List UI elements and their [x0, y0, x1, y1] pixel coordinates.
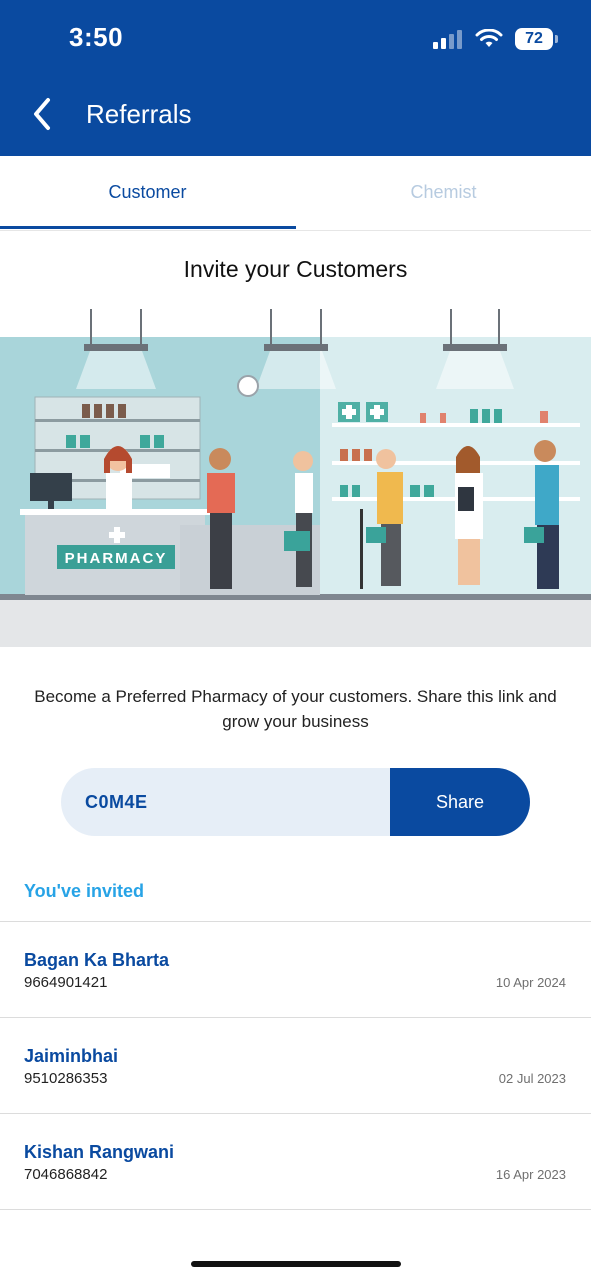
invite-date: 02 Jul 2023 [498, 1071, 566, 1086]
battery-icon: 72 [515, 28, 558, 50]
list-item[interactable]: Bagan Ka Bharta 9664901421 10 Apr 2024 [0, 922, 591, 1018]
back-button[interactable] [28, 94, 60, 134]
invitee-name: Kishan Rangwani [24, 1142, 175, 1162]
invitee-phone: 7046868842 [24, 1166, 108, 1183]
status-icons: 72 [433, 26, 558, 52]
list-item[interactable]: Kishan Rangwani 7046868842 16 Apr 2023 [0, 1114, 591, 1210]
referral-description: Become a Preferred Pharmacy of your cust… [34, 687, 557, 731]
chevron-left-icon [34, 98, 50, 130]
battery-level: 72 [525, 30, 543, 47]
invite-date: 16 Apr 2023 [495, 1167, 566, 1182]
wifi-icon [475, 29, 503, 47]
section-title: Invite your Customers [183, 256, 408, 282]
referral-share-box: C0M4E Share [61, 768, 530, 836]
app-header: 3:50 72 Referrals [0, 0, 591, 156]
page-title: Referrals [86, 99, 192, 129]
tab-bar: Customer Chemist [0, 156, 591, 231]
invited-section-label: You've invited [24, 881, 144, 901]
invited-list: Bagan Ka Bharta 9664901421 10 Apr 2024 J… [0, 921, 591, 1210]
tab-chemist[interactable]: Chemist [296, 156, 591, 228]
invitee-name: Bagan Ka Bharta [24, 950, 170, 970]
list-item[interactable]: Jaiminbhai 9510286353 02 Jul 2023 [0, 1018, 591, 1114]
invitee-name: Jaiminbhai [24, 1046, 119, 1066]
tab-customer[interactable]: Customer [0, 156, 295, 228]
home-indicator[interactable] [191, 1261, 401, 1267]
signal-icon [433, 30, 462, 49]
share-button[interactable]: Share [390, 768, 530, 836]
pharmacy-illustration: PHARMACY [0, 309, 591, 647]
invite-date: 10 Apr 2024 [495, 975, 566, 990]
invitee-phone: 9510286353 [24, 1070, 108, 1087]
pharmacy-sign-text: PHARMACY [65, 550, 168, 567]
status-time: 3:50 [69, 22, 124, 52]
active-tab-indicator [0, 226, 296, 229]
referral-code[interactable]: C0M4E [61, 768, 390, 836]
invitee-phone: 9664901421 [24, 974, 108, 991]
